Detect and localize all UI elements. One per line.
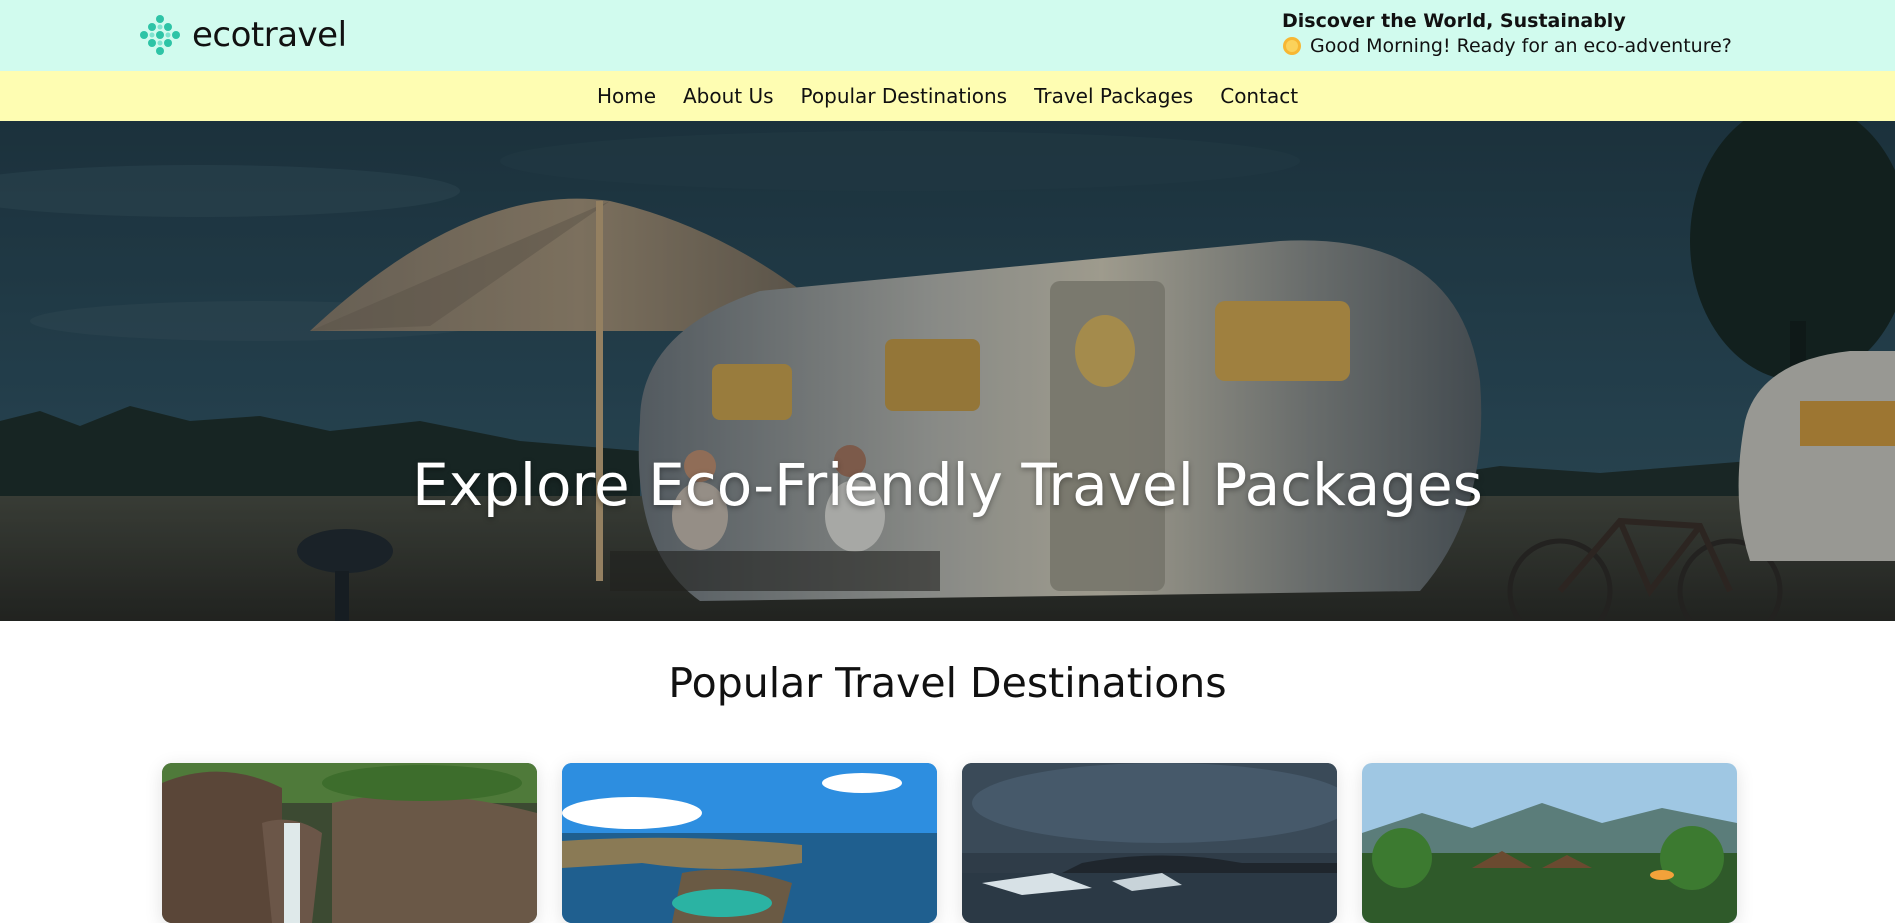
destination-card[interactable] [162,763,537,923]
main-nav: Home About Us Popular Destinations Trave… [0,71,1895,121]
brand-logo-link[interactable]: ecotravel [138,12,347,58]
leaf-dots-logo-icon [140,15,180,55]
sun-icon [1283,37,1301,55]
nav-about-us[interactable]: About Us [682,84,775,108]
waterfall-canyon-photo [162,763,537,923]
hero-banner: Explore Eco-Friendly Travel Packages [0,121,1895,621]
brand-name: ecotravel [192,15,347,55]
nav-travel-packages[interactable]: Travel Packages [1033,84,1194,108]
destination-cards [162,763,1737,923]
glacier-lagoon-photo [962,763,1337,923]
hero-title: Explore Eco-Friendly Travel Packages [412,451,1483,519]
destination-card[interactable] [1362,763,1737,923]
destination-card[interactable] [962,763,1337,923]
tropical-resort-photo [1362,763,1737,923]
header-tagline: Discover the World, Sustainably Good Mor… [1282,9,1732,59]
site-header: ecotravel Discover the World, Sustainabl… [0,0,1895,71]
tagline-title: Discover the World, Sustainably [1282,10,1626,32]
rocky-coastline-photo [562,763,937,923]
destination-card[interactable] [562,763,937,923]
nav-popular-destinations[interactable]: Popular Destinations [800,84,1009,108]
camper-trailer-night-photo [0,121,1895,621]
nav-home[interactable]: Home [596,84,657,108]
section-title: Popular Travel Destinations [668,659,1227,707]
greeting-text: Good Morning! Ready for an eco-adventure… [1310,35,1732,57]
nav-contact[interactable]: Contact [1219,84,1299,108]
greeting-row: Good Morning! Ready for an eco-adventure… [1282,33,1732,59]
